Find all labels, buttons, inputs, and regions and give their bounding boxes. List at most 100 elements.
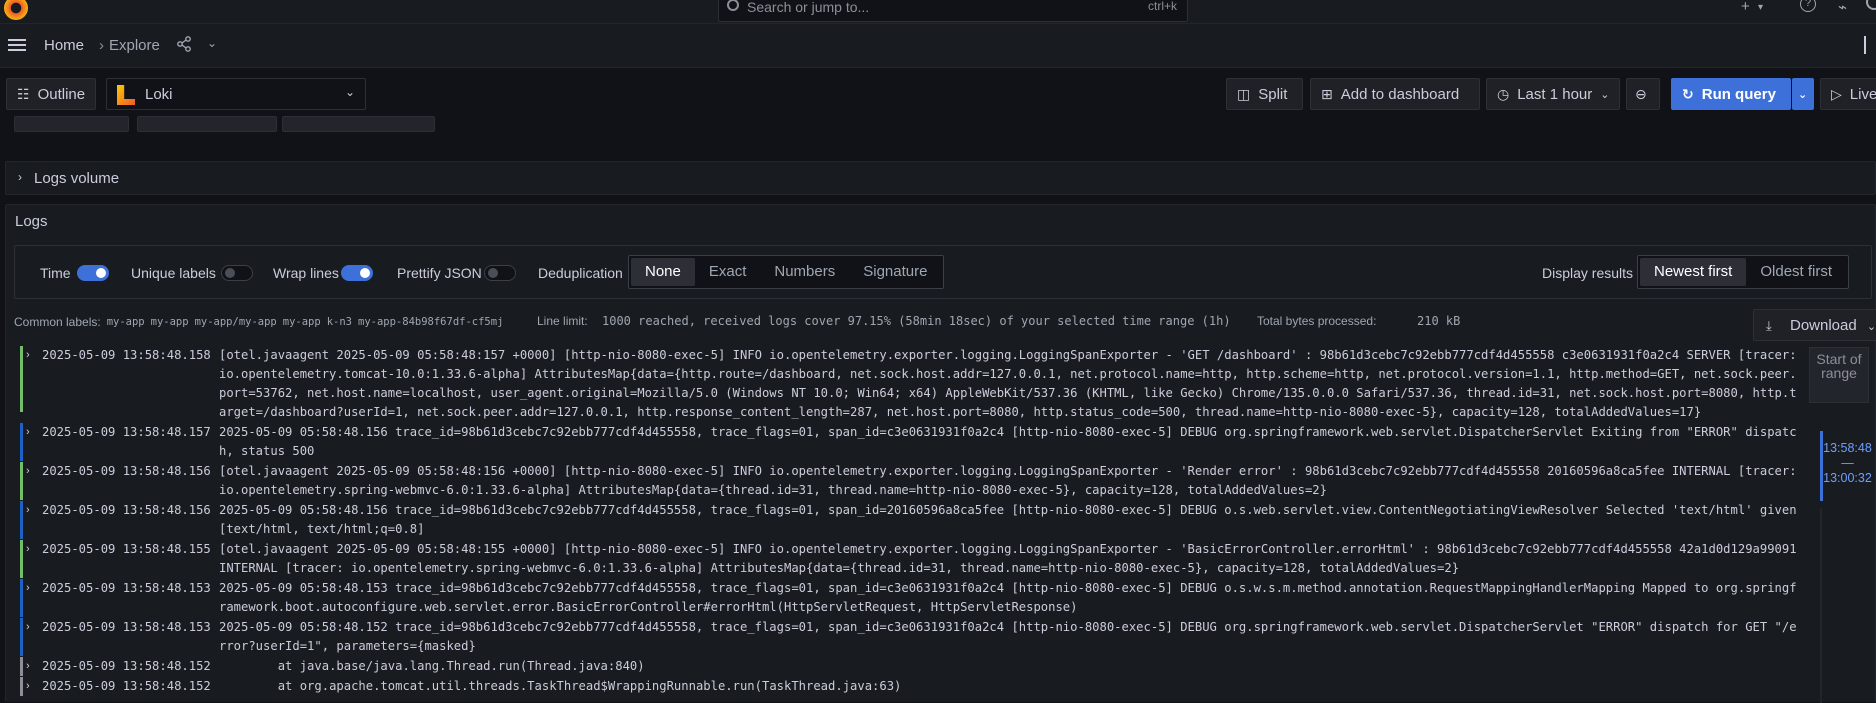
- time-toggle[interactable]: [77, 265, 109, 281]
- range-to: 13:00:32: [1823, 471, 1872, 485]
- add-to-dashboard-label: Add to dashboard: [1340, 85, 1460, 103]
- logs-panel: Logs Time Unique labels Wrap lines Prett…: [5, 204, 1876, 703]
- avatar[interactable]: [1866, 0, 1876, 10]
- play-icon: ▷: [1831, 85, 1842, 102]
- log-message: [otel.javaagent 2025-05-09 05:58:48:156 …: [219, 464, 1804, 497]
- log-row[interactable]: › 2025-05-09 13:58:48.152 at java.base/j…: [20, 657, 1806, 676]
- range-dash: —: [1841, 456, 1854, 470]
- log-row[interactable]: › 2025-05-09 13:58:48.156 [otel.javaagen…: [20, 462, 1806, 500]
- chevron-down-icon[interactable]: ▾: [1758, 2, 1763, 13]
- run-query-interval-button[interactable]: ⌄: [1792, 78, 1814, 110]
- chevron-right-icon[interactable]: ›: [26, 501, 30, 520]
- chevron-right-icon[interactable]: ›: [26, 579, 30, 598]
- download-button[interactable]: ⤓ Download ⌄: [1753, 309, 1876, 341]
- log-level-indicator: [20, 618, 23, 656]
- total-bytes-label: Total bytes processed:: [1257, 314, 1377, 328]
- log-level-indicator: [20, 462, 23, 500]
- prettify-json-toggle-label: Prettify JSON: [397, 265, 482, 281]
- query-chip[interactable]: [137, 116, 277, 132]
- chevron-right-icon[interactable]: ›: [26, 423, 30, 442]
- download-icon: ⤓: [1766, 318, 1772, 333]
- wrap-lines-toggle[interactable]: [341, 265, 373, 281]
- log-row[interactable]: › 2025-05-09 13:58:48.152 at org.apache.…: [20, 677, 1806, 696]
- plus-icon[interactable]: +: [1741, 0, 1750, 15]
- log-timestamp: 2025-05-09 13:58:48.152: [42, 679, 211, 693]
- grafana-logo-icon[interactable]: [4, 0, 28, 20]
- start-of-range-button[interactable]: Start of range: [1809, 347, 1869, 403]
- breadcrumb-explore[interactable]: Explore: [109, 37, 160, 54]
- chevron-right-icon[interactable]: ›: [26, 657, 30, 676]
- log-row[interactable]: › 2025-05-09 13:58:48.153 2025-05-09 05:…: [20, 618, 1806, 656]
- split-icon: ◫: [1237, 85, 1251, 102]
- common-labels: Common labels: my-app my-app my-app/my-a…: [14, 313, 503, 331]
- time-range-picker[interactable]: ◷ Last 1 hour ⌄: [1486, 78, 1620, 110]
- line-limit-label: Line limit:: [537, 314, 588, 328]
- datasource-picker[interactable]: Loki ⌄: [106, 78, 366, 110]
- common-labels-label: Common labels:: [14, 315, 101, 329]
- breadcrumb-home[interactable]: Home: [44, 37, 84, 54]
- time-range-label: Last 1 hour: [1517, 85, 1593, 103]
- total-bytes-value: 210 kB: [1417, 314, 1461, 328]
- display-results-radio-group: Newest first Oldest first: [1637, 255, 1850, 289]
- wrap-lines-toggle-label: Wrap lines: [273, 265, 339, 281]
- dock-panel-edge[interactable]: [1864, 36, 1866, 54]
- deduplication-radio-group: None Exact Numbers Signature: [628, 255, 945, 289]
- split-button[interactable]: ◫ Split: [1226, 78, 1303, 110]
- share-chevron-down-icon[interactable]: ⌄: [207, 36, 217, 50]
- breadcrumb-bar: Home › Explore ⌄: [0, 24, 1876, 68]
- deduplication-label: Deduplication: [538, 265, 623, 281]
- news-rss-icon[interactable]: ⌁: [1838, 0, 1847, 16]
- share-icon[interactable]: [176, 36, 192, 56]
- query-row-collapsed: [0, 116, 1876, 138]
- log-level-indicator: [20, 677, 23, 696]
- help-icon[interactable]: ?: [1800, 0, 1816, 12]
- live-button[interactable]: ▷ Live: [1820, 78, 1876, 110]
- search-input[interactable]: Search or jump to... ctrl+k: [718, 0, 1188, 22]
- range-navigator-track: [1820, 508, 1822, 703]
- chevron-right-icon[interactable]: ›: [26, 540, 30, 559]
- menu-icon[interactable]: [8, 39, 26, 41]
- chevron-right-icon[interactable]: ›: [26, 462, 30, 481]
- log-row[interactable]: › 2025-05-09 13:58:48.156 2025-05-09 05:…: [20, 501, 1806, 539]
- log-message: 2025-05-09 05:58:48.152 trace_id=98b61d3…: [219, 620, 1797, 653]
- run-query-button[interactable]: ↻ Run query: [1671, 78, 1791, 110]
- query-chip[interactable]: [282, 116, 435, 132]
- dedup-option-none[interactable]: None: [631, 258, 695, 286]
- dedup-option-numbers[interactable]: Numbers: [760, 258, 849, 286]
- log-row[interactable]: › 2025-05-09 13:58:48.153 2025-05-09 05:…: [20, 579, 1806, 617]
- common-label-tag: my-app: [150, 316, 189, 328]
- zoom-out-button[interactable]: ⊖: [1626, 78, 1660, 110]
- log-timestamp: 2025-05-09 13:58:48.153: [42, 620, 211, 634]
- log-row[interactable]: › 2025-05-09 13:58:48.155 [otel.javaagen…: [20, 540, 1806, 578]
- chevron-right-icon[interactable]: ›: [26, 618, 30, 637]
- logs-volume-panel[interactable]: › Logs volume: [5, 161, 1876, 195]
- log-level-indicator: [20, 579, 23, 617]
- range-navigator-current[interactable]: 13:58:48 — 13:00:32: [1820, 431, 1872, 501]
- log-row[interactable]: › 2025-05-09 13:58:48.157 2025-05-09 05:…: [20, 423, 1806, 461]
- outline-button[interactable]: ☷ Outline: [6, 78, 96, 110]
- add-to-dashboard-button[interactable]: ⊞ Add to dashboard: [1310, 78, 1480, 110]
- unique-labels-toggle-label: Unique labels: [131, 265, 216, 281]
- log-level-indicator: [20, 657, 23, 676]
- chevron-down-icon: ⌄: [1600, 88, 1610, 101]
- prettify-json-toggle[interactable]: [484, 265, 516, 281]
- chevron-right-icon[interactable]: ›: [26, 346, 30, 365]
- log-level-indicator: [20, 346, 23, 412]
- chevron-down-icon: ⌄: [1798, 88, 1808, 101]
- log-message: at org.apache.tomcat.util.threads.TaskTh…: [219, 679, 902, 693]
- log-timestamp: 2025-05-09 13:58:48.156: [42, 464, 211, 478]
- log-row[interactable]: › 2025-05-09 13:58:48.158 [otel.javaagen…: [20, 346, 1806, 419]
- order-option-oldest-first[interactable]: Oldest first: [1746, 258, 1846, 286]
- order-option-newest-first[interactable]: Newest first: [1640, 258, 1747, 286]
- unique-labels-toggle[interactable]: [221, 265, 253, 281]
- query-chip[interactable]: [14, 116, 129, 132]
- line-limit-value: 1000 reached, received logs cover 97.15%…: [602, 314, 1231, 328]
- chevron-right-icon[interactable]: ›: [26, 677, 30, 696]
- chevron-down-icon: ⌄: [1866, 321, 1876, 333]
- dedup-option-signature[interactable]: Signature: [849, 258, 941, 286]
- time-toggle-label: Time: [40, 265, 71, 281]
- dedup-option-exact[interactable]: Exact: [695, 258, 761, 286]
- log-timestamp: 2025-05-09 13:58:48.157: [42, 425, 211, 439]
- sync-icon: ↻: [1682, 85, 1694, 102]
- common-label-tag: my-app: [282, 316, 321, 328]
